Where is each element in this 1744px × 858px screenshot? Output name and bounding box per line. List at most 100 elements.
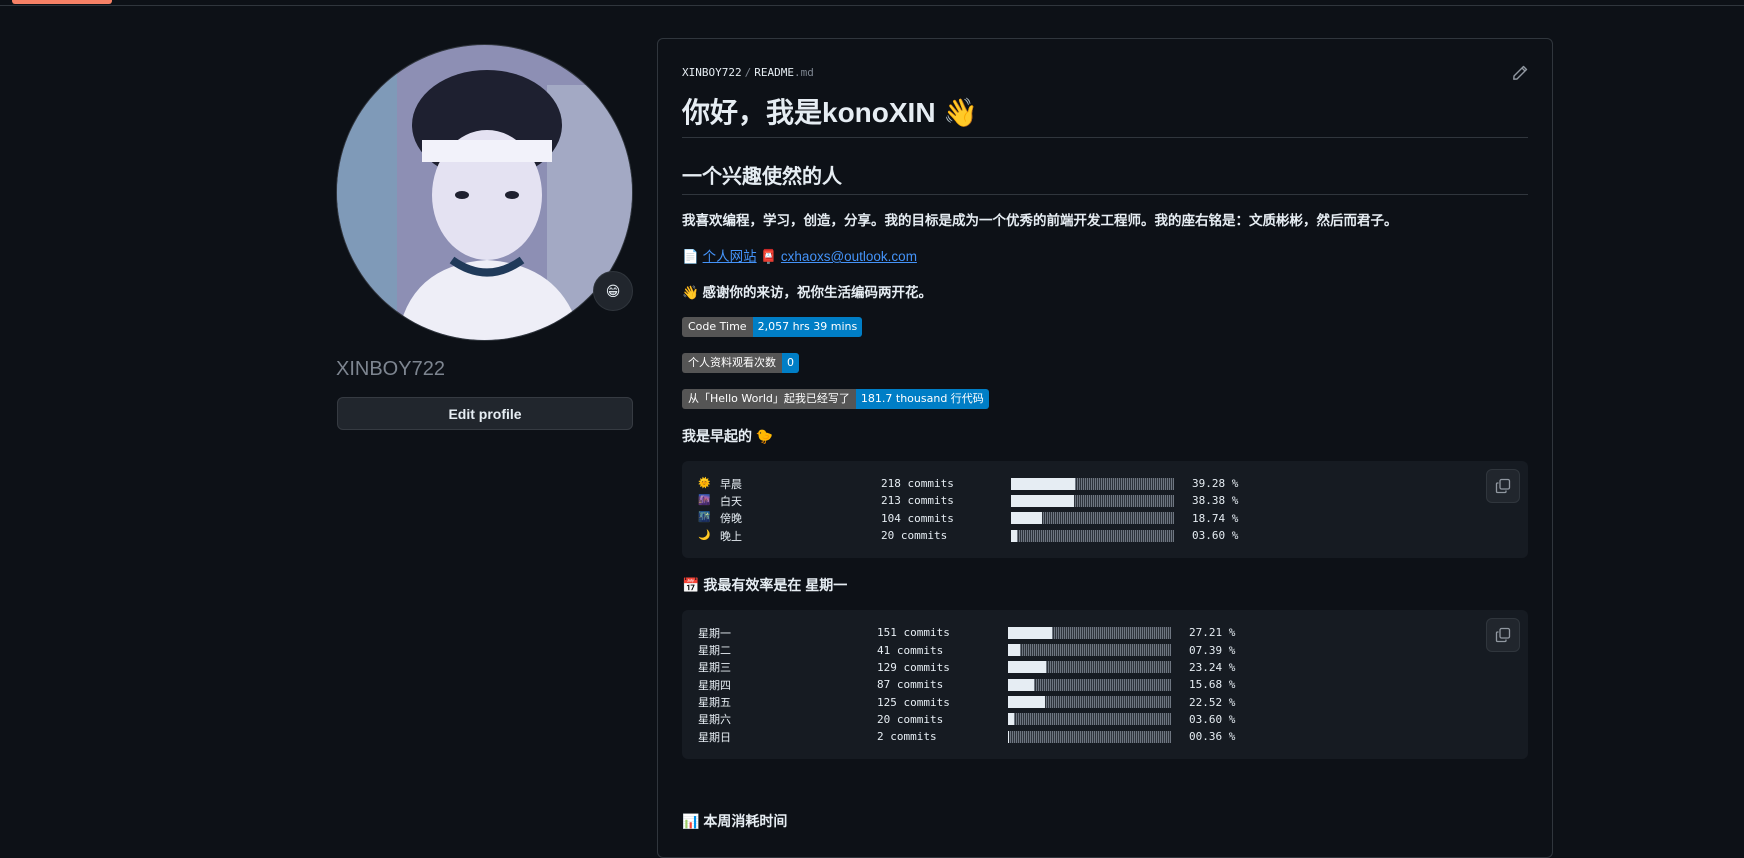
stats-row: 星期二 41 commits 07.39 % — [698, 641, 1512, 658]
row-label-cell: 🌆 白天 — [698, 493, 881, 509]
percent-value: 03.60 % — [1192, 529, 1239, 543]
progress-bar — [1008, 678, 1171, 691]
status-emoji-icon: 😁 — [605, 282, 621, 299]
row-label: 星期二 — [698, 644, 731, 658]
badge-label: 个人资料观看次数 — [682, 353, 782, 373]
progress-bar — [1011, 477, 1174, 490]
progress-bar — [1008, 730, 1171, 743]
set-status-button[interactable]: 😁 — [593, 271, 633, 311]
progress-bar — [1008, 661, 1171, 674]
progress-bar-fill — [1011, 494, 1074, 507]
row-label: 白天 — [720, 494, 742, 508]
early-bird-heading: 我是早起的 🐤 — [682, 428, 774, 444]
stats-row: 星期三 129 commits 23.24 % — [698, 659, 1512, 676]
row-label: 星期四 — [698, 678, 731, 692]
badge-label: 从「Hello World」起我已经写了 — [682, 389, 856, 409]
row-label-cell: 星期四 — [698, 677, 877, 693]
commit-count: 87 commits — [877, 678, 944, 692]
stats-row: 🌞 早晨 218 commits 39.28 % — [698, 475, 1512, 492]
commit-count: 20 commits — [881, 529, 948, 543]
profile-username: XINBOY722 — [336, 358, 445, 380]
weekly-time-heading: 📊 本周消耗时间 — [682, 813, 788, 829]
profile-views-badge[interactable]: 个人资料观看次数 0 — [682, 353, 799, 373]
percent-value: 00.36 % — [1189, 730, 1236, 744]
breadcrumb-file-ext: .md — [793, 66, 814, 79]
progress-bar — [1008, 644, 1171, 657]
avatar[interactable] — [336, 44, 633, 341]
row-label: 星期一 — [698, 626, 731, 640]
row-label: 傍晚 — [720, 512, 742, 526]
weekday-code-block: 星期一 151 commits 27.21 % 星期二 41 commits 07.39 … — [682, 610, 1528, 760]
email-link[interactable]: cxhaoxs@outlook.com — [781, 249, 917, 264]
progress-bar — [1011, 512, 1174, 525]
pencil-icon[interactable] — [1512, 65, 1528, 81]
breadcrumb-file-link[interactable]: README — [754, 66, 794, 79]
progress-bar-fill — [1011, 477, 1076, 490]
time-of-day-icon: 🌃 — [698, 512, 711, 524]
lines-of-code-badge[interactable]: 从「Hello World」起我已经写了 181.7 thousand 行代码 — [682, 389, 989, 409]
stats-row: 星期六 20 commits 03.60 % — [698, 711, 1512, 728]
row-label-cell: 星期六 — [698, 711, 877, 727]
row-label-cell: 星期二 — [698, 642, 877, 658]
copy-icon — [1495, 478, 1511, 494]
lines-of-code-badge-row: 从「Hello World」起我已经写了 181.7 thousand 行代码 — [682, 389, 1528, 409]
breadcrumb-user-link[interactable]: XINBOY722 — [682, 66, 742, 79]
badge-value: 2,057 hrs 39 mins — [752, 317, 863, 337]
row-label-cell: 🌙 晚上 — [698, 528, 881, 544]
commit-count: 41 commits — [877, 643, 944, 657]
progress-bar-fill — [1011, 512, 1042, 525]
row-label: 晚上 — [720, 529, 742, 543]
percent-value: 38.38 % — [1192, 494, 1239, 508]
percent-value: 23.24 % — [1189, 660, 1236, 674]
stats-row: 🌃 傍晚 104 commits 18.74 % — [698, 510, 1512, 527]
row-label-cell: 星期一 — [698, 625, 877, 641]
profile-views-badge-row: 个人资料观看次数 0 — [682, 353, 1528, 373]
commit-count: 213 commits — [881, 494, 954, 508]
edit-profile-button[interactable]: Edit profile — [337, 397, 633, 430]
progress-bar-fill — [1008, 678, 1034, 691]
breadcrumb-separator: / — [744, 66, 752, 79]
row-label: 星期五 — [698, 696, 731, 710]
progress-bar — [1008, 713, 1171, 726]
time-of-day-icon: 🌆 — [698, 494, 711, 506]
badge-value: 0 — [782, 353, 799, 373]
percent-value: 22.52 % — [1189, 695, 1236, 709]
progress-bar-fill — [1008, 696, 1045, 709]
readme-subtitle: 一个兴趣使然的人 — [682, 162, 1528, 195]
row-label-cell: 星期五 — [698, 694, 877, 710]
links-paragraph: 📄 个人网站 📮 cxhaoxs@outlook.com — [682, 247, 1528, 267]
stats-row: 星期四 87 commits 15.68 % — [698, 676, 1512, 693]
row-label-cell: 🌞 早晨 — [698, 476, 881, 492]
progress-bar-fill — [1008, 713, 1014, 726]
row-label-cell: 星期日 — [698, 729, 877, 745]
percent-value: 07.39 % — [1189, 643, 1236, 657]
intro-motto: 文质彬彬，然后而君子。 — [1249, 213, 1398, 228]
progress-bar — [1011, 494, 1174, 507]
intro-text: 我喜欢编程，学习，创造，分享。我的目标是成为一个优秀的前端开发工程师。我的座右铭… — [682, 213, 1249, 228]
percent-value: 27.21 % — [1189, 626, 1236, 640]
avatar-illustration — [337, 45, 632, 340]
copy-button[interactable] — [1486, 618, 1520, 653]
stats-row: 🌆 白天 213 commits 38.38 % — [698, 492, 1512, 509]
copy-button[interactable] — [1486, 469, 1520, 503]
progress-bar-fill — [1008, 661, 1046, 674]
thanks-paragraph: 👋 感谢你的来访，祝你生活编码两开花。 — [682, 285, 933, 300]
mailbox-icon: 📮 — [760, 249, 778, 264]
weekday-heading: 📅 我最有效率是在 星期一 — [682, 577, 848, 594]
row-label: 早晨 — [720, 477, 742, 491]
commit-count: 20 commits — [877, 712, 944, 726]
code-time-badge[interactable]: Code Time 2,057 hrs 39 mins — [682, 317, 863, 337]
progress-bar — [1008, 626, 1171, 639]
percent-value: 03.60 % — [1189, 712, 1236, 726]
commit-count: 151 commits — [877, 626, 950, 640]
row-label-cell: 星期三 — [698, 659, 877, 675]
readme-body: 你好，我是konoXIN 👋 一个兴趣使然的人 我喜欢编程，学习，创造，分享。我… — [682, 93, 1528, 760]
progress-bar-fill — [1008, 644, 1021, 657]
row-label: 星期日 — [698, 730, 731, 744]
website-link[interactable]: 个人网站 — [703, 249, 757, 264]
commit-count: 129 commits — [877, 660, 950, 674]
top-navigation-underline — [0, 0, 1744, 6]
commit-count: 2 commits — [877, 730, 937, 744]
stats-row: 🌙 晚上 20 commits 03.60 % — [698, 527, 1512, 544]
progress-bar-fill — [1008, 626, 1053, 639]
